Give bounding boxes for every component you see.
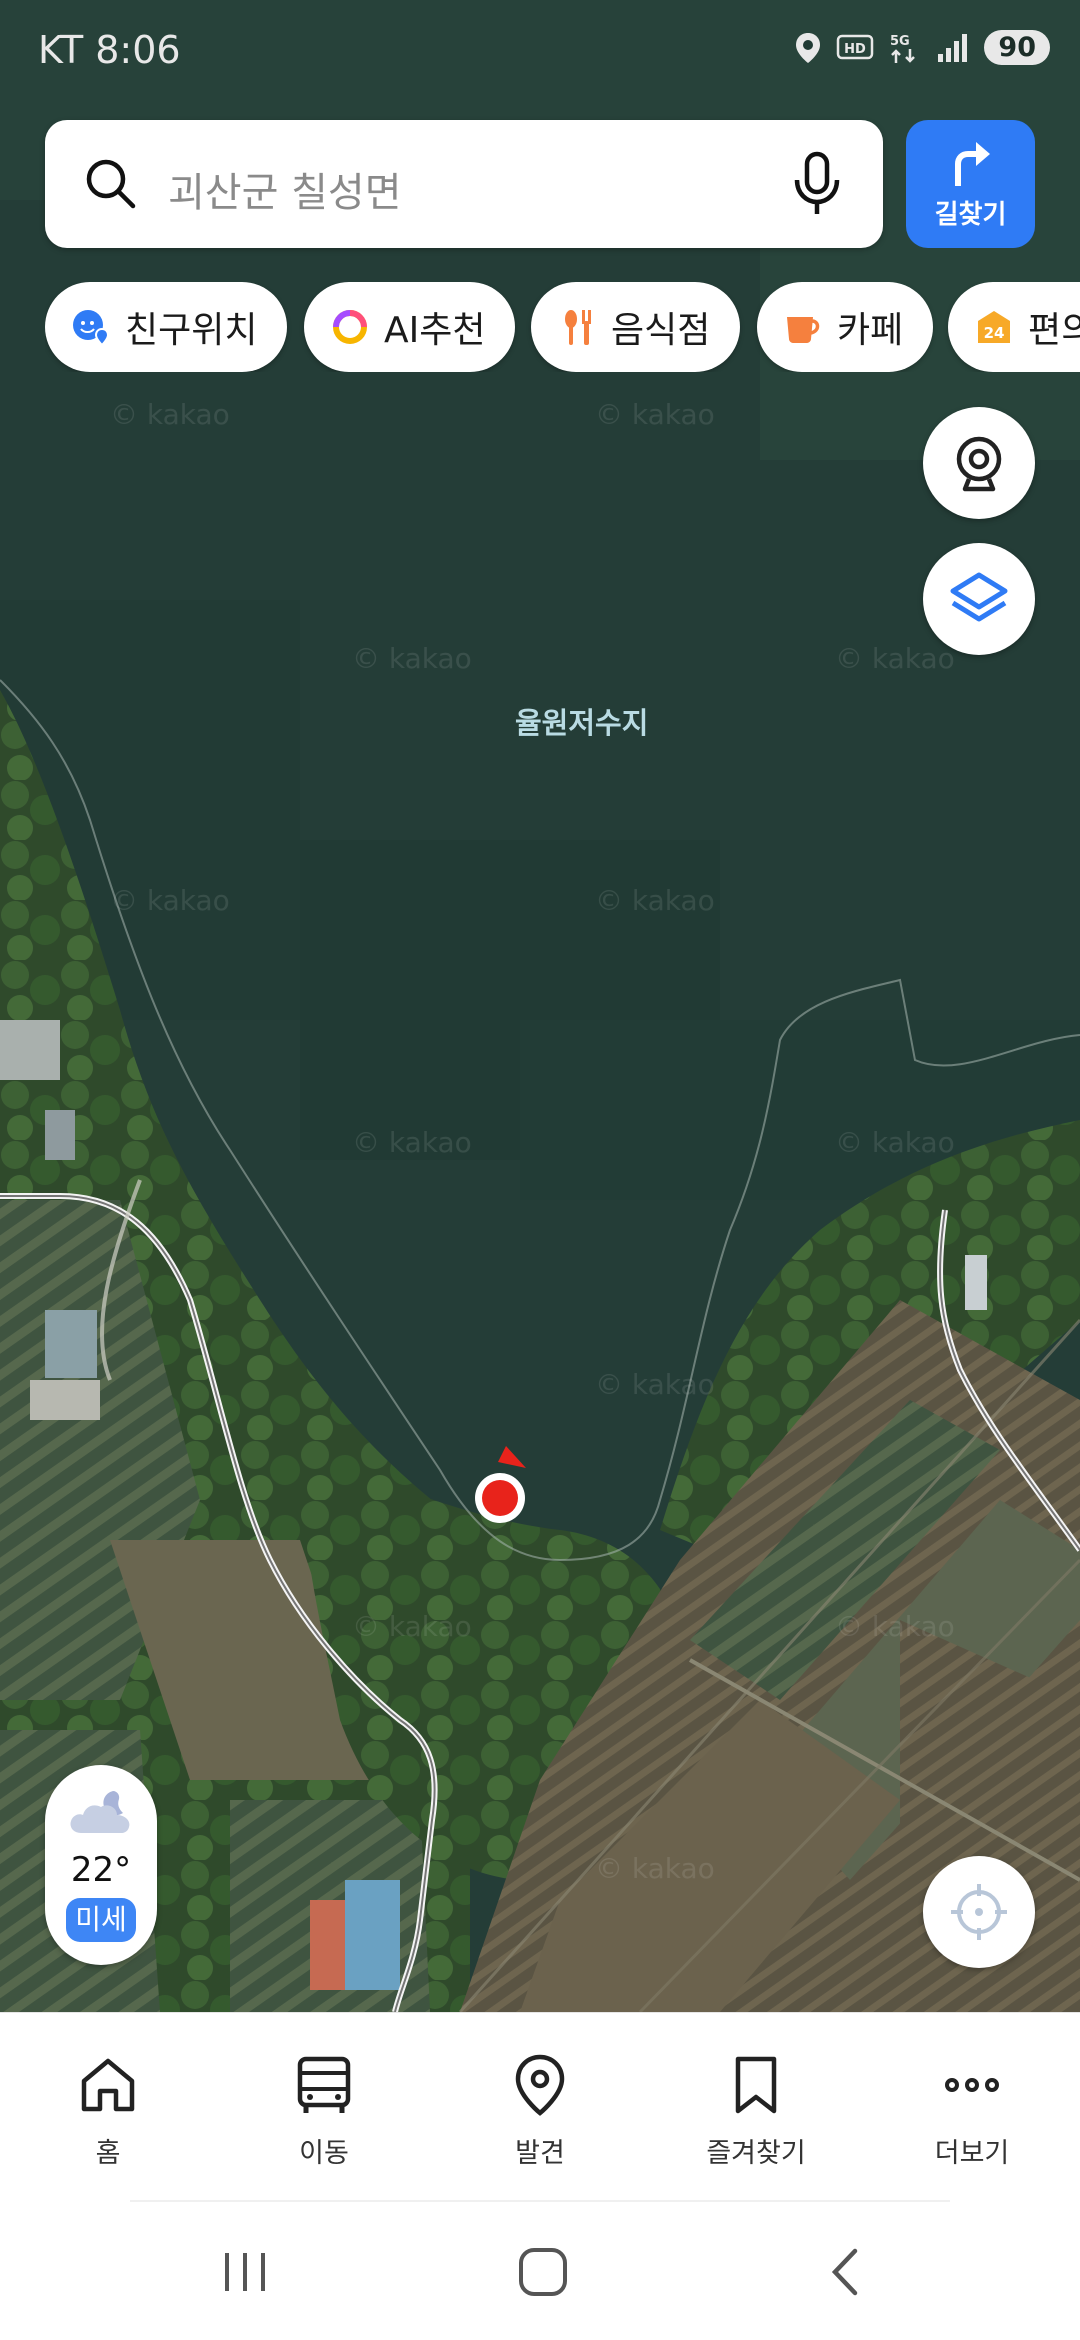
location-icon — [796, 32, 821, 63]
cctv-button[interactable] — [923, 407, 1035, 519]
chip-label: 음식점 — [611, 310, 711, 351]
svg-text:5G: 5G — [890, 34, 910, 49]
kakao-watermark: © kakao — [595, 884, 715, 917]
chip-ai-recommend[interactable]: AI추천 — [304, 282, 516, 372]
svg-text:24: 24 — [984, 324, 1005, 342]
chip-cafe[interactable]: 카페 — [757, 282, 934, 372]
chip-convenience-store[interactable]: 24 편의점 — [948, 282, 1080, 372]
svg-text:HD: HD — [845, 42, 867, 57]
nav-home[interactable]: 홈 — [18, 2053, 198, 2170]
my-location-button[interactable] — [923, 1856, 1035, 1968]
chip-label: AI추천 — [384, 310, 486, 351]
kakao-watermark: © kakao — [595, 398, 715, 431]
microphone-icon[interactable] — [789, 150, 845, 218]
nav-more[interactable]: 더보기 — [882, 2053, 1062, 2170]
search-input[interactable]: 괴산군 칠성면 — [168, 160, 402, 218]
kakao-watermark: © kakao — [835, 642, 955, 675]
kakao-watermark: © kakao — [352, 1610, 472, 1643]
chip-restaurant[interactable]: 음식점 — [531, 282, 741, 372]
chip-label: 카페 — [837, 310, 904, 351]
cctv-icon — [956, 436, 1002, 492]
kakao-watermark: © kakao — [835, 1610, 955, 1643]
category-chips: 친구위치 AI추천 음식점 카페 24 편의점 — [45, 282, 1080, 372]
crosshair-icon — [951, 1884, 1007, 1940]
home-button-icon[interactable] — [513, 2247, 573, 2297]
kakao-watermark: © kakao — [595, 1852, 715, 1885]
hd-icon: HD — [837, 34, 874, 59]
kakao-watermark: © kakao — [110, 884, 230, 917]
chip-label: 친구위치 — [125, 310, 258, 351]
convenience-store-icon: 24 — [978, 311, 1010, 343]
kakao-watermark: © kakao — [835, 1126, 955, 1159]
weather-widget[interactable]: 22° 미세 — [45, 1765, 157, 1965]
5g-icon: 5G — [890, 34, 916, 63]
nav-label: 이동 — [299, 2138, 349, 2169]
bus-icon — [297, 2056, 351, 2113]
layers-icon — [950, 572, 1008, 622]
bottom-navigation: 홈 이동 발견 즐겨찾기 더보기 — [0, 2012, 1080, 2202]
map-layers-button[interactable] — [923, 543, 1035, 655]
nav-label: 즐겨찾기 — [706, 2138, 806, 2169]
signal-icon — [938, 33, 968, 62]
recent-apps-icon[interactable] — [215, 2247, 275, 2297]
temperature: 22° — [70, 1850, 132, 1890]
restaurant-icon — [565, 310, 591, 345]
nav-label: 발견 — [515, 2138, 565, 2169]
directions-label: 길찾기 — [934, 200, 1007, 230]
back-icon[interactable] — [817, 2247, 877, 2297]
chip-label: 편의점 — [1028, 310, 1080, 351]
cafe-icon — [787, 317, 820, 343]
place-label-reservoir[interactable]: 율원저수지 — [515, 700, 648, 742]
status-bar: KT 8:06 HD 5G 90 — [0, 0, 1080, 100]
nav-favorites[interactable]: 즐겨찾기 — [666, 2053, 846, 2170]
nav-label: 홈 — [95, 2138, 121, 2169]
friend-location-icon — [73, 310, 110, 347]
home-icon — [81, 2058, 135, 2112]
pin-icon — [515, 2054, 565, 2116]
kakao-watermark: © kakao — [352, 1126, 472, 1159]
directions-button[interactable]: 길찾기 — [906, 120, 1035, 248]
kakao-watermark: © kakao — [352, 642, 472, 675]
kakao-watermark: © kakao — [110, 398, 230, 431]
nav-label: 더보기 — [934, 2138, 1010, 2169]
air-quality-badge: 미세 — [66, 1898, 136, 1942]
kakao-watermark: © kakao — [595, 1368, 715, 1401]
ai-ring-icon — [333, 310, 367, 344]
nav-discover[interactable]: 발견 — [450, 2053, 630, 2170]
chip-friend-location[interactable]: 친구위치 — [45, 282, 288, 372]
battery-indicator: 90 — [984, 30, 1050, 65]
cloudy-moon-icon — [70, 1791, 130, 1833]
turn-arrow-icon — [955, 142, 990, 186]
system-navigation-bar — [0, 2202, 1080, 2340]
nav-transit[interactable]: 이동 — [234, 2053, 414, 2170]
bookmark-icon — [735, 2056, 777, 2114]
search-icon — [86, 159, 136, 209]
search-bar[interactable]: 괴산군 칠성면 — [45, 120, 883, 248]
current-location-marker[interactable] — [470, 1440, 534, 1526]
carrier-time: KT 8:06 — [38, 28, 181, 72]
more-icon — [945, 2078, 999, 2092]
